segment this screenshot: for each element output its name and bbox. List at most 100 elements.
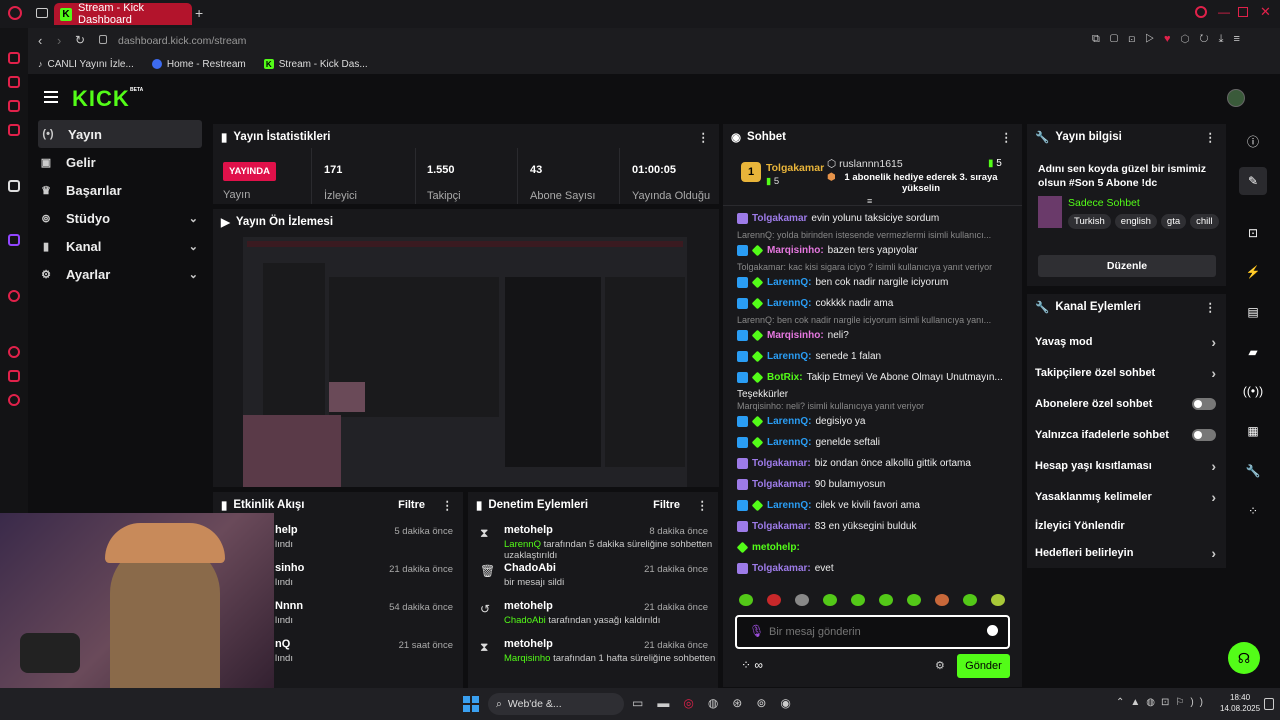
nav-item-ayarlar[interactable]: ⚙ Ayarlar ⌄ <box>28 260 208 288</box>
chat-input-wrapper[interactable]: 🎙 <box>735 615 1010 649</box>
pencil-icon[interactable]: ✎ <box>1239 167 1267 195</box>
close-window-icon[interactable]: ✕ <box>1260 4 1271 20</box>
wrench-icon[interactable]: 🔧 <box>1239 457 1267 485</box>
chat-username[interactable]: BotRix: <box>767 372 803 383</box>
stream-preview-video[interactable] <box>243 237 687 487</box>
notification-icon[interactable] <box>1264 698 1274 710</box>
chat-username[interactable]: Tolgakamar <box>752 213 807 224</box>
chat-input[interactable] <box>769 623 979 641</box>
emote-icon[interactable] <box>823 594 837 606</box>
channel-action-item[interactable]: Yavaş mod › <box>1027 326 1226 357</box>
collapse-icon[interactable]: ≡ <box>867 196 872 206</box>
more-icon[interactable]: ⋮ <box>697 498 709 512</box>
filter-button[interactable]: Filtre <box>398 499 425 511</box>
chat-username[interactable]: LarennQ: <box>767 298 811 309</box>
taskbar-apps[interactable]: ▭▬◎◍⊛⊚◉ <box>632 696 805 710</box>
new-tab-icon[interactable]: + <box>195 5 203 21</box>
document-icon[interactable]: ▤ <box>1239 298 1267 326</box>
info-icon[interactable]: ⓘ <box>1239 127 1267 155</box>
channel-action-item[interactable]: Yasaklanmış kelimeler › <box>1027 481 1226 512</box>
send-button[interactable]: Gönder <box>957 654 1010 678</box>
emote-icon[interactable] <box>991 594 1005 606</box>
emoji-icon[interactable] <box>987 625 998 636</box>
scan-icon[interactable]: ⊡ <box>1239 219 1267 247</box>
filter-button[interactable]: Filtre <box>653 499 680 511</box>
url-field[interactable]: dashboard.kick.com/stream <box>118 35 246 47</box>
windows-start-icon[interactable] <box>463 696 479 712</box>
chat-username[interactable]: LarennQ: <box>767 500 811 511</box>
browser-tab[interactable]: K Stream - Kick Dashboard <box>54 2 192 26</box>
sidebar-app-icon[interactable] <box>8 370 20 382</box>
channel-action-item[interactable]: Yalnızca ifadelerle sohbet <box>1027 419 1226 450</box>
chat-bubble-icon[interactable]: ▰ <box>1239 338 1267 366</box>
sidebar-app-icon[interactable] <box>8 124 20 136</box>
toggle-switch[interactable] <box>1192 397 1216 410</box>
microphone-icon[interactable]: 🎙 <box>749 624 764 638</box>
emote-icon[interactable] <box>795 594 809 606</box>
toggle-switch[interactable] <box>1192 428 1216 441</box>
category-name[interactable]: Sadece Sohbet <box>1068 197 1140 209</box>
kick-logo[interactable]: KICK <box>72 86 130 112</box>
toolbar-icons[interactable]: ⧉▢⊡▷♥⬡↻⤓≡ <box>1092 33 1250 46</box>
emote-icon[interactable] <box>851 594 865 606</box>
forward-icon[interactable]: › <box>57 33 61 48</box>
signal-icon[interactable]: ((•)) <box>1239 377 1267 405</box>
chat-username[interactable]: LarennQ: <box>767 351 811 362</box>
more-icon[interactable]: ⋮ <box>1205 300 1217 314</box>
emote-icon[interactable] <box>963 594 977 606</box>
system-tray-icons[interactable]: ⌃▲◍⊡⚐)) <box>1116 697 1209 708</box>
chat-username[interactable]: metohelp: <box>752 542 800 553</box>
chat-username[interactable]: LarennQ: <box>767 416 811 427</box>
nav-item-gelir[interactable]: ▣ Gelir <box>28 148 208 176</box>
nav-item-kanal[interactable]: ▮ Kanal ⌄ <box>28 232 208 260</box>
chat-tools-icon[interactable]: ⁘ ∞ <box>741 658 763 672</box>
hamburger-menu-icon[interactable] <box>44 91 58 103</box>
opera-logo-icon[interactable] <box>8 6 22 20</box>
sidebar-app-icon[interactable] <box>8 290 20 302</box>
taskbar-search[interactable]: ⌕ Web'de &... <box>488 693 624 715</box>
channel-action-item[interactable]: Hedefleri belirleyin › <box>1027 539 1226 566</box>
edit-button[interactable]: Düzenle <box>1038 255 1216 277</box>
clock[interactable]: 18:40 14.08.2025 <box>1220 692 1260 714</box>
more-icon[interactable]: ⋮ <box>442 498 454 512</box>
chat-settings-icon[interactable]: ⚙ <box>935 659 945 672</box>
channel-action-item[interactable]: Abonelere özel sohbet <box>1027 388 1226 419</box>
back-icon[interactable]: ‹ <box>38 33 42 48</box>
minimize-icon[interactable]: — <box>1218 5 1230 19</box>
sidebar-app-icon[interactable] <box>8 100 20 112</box>
bookmark-kick[interactable]: K Stream - Kick Das... <box>263 59 368 70</box>
more-icon[interactable]: ⋮ <box>1001 130 1013 144</box>
chat-messages[interactable]: Tolgakamar evin yolunu taksiciye sordum La… <box>723 208 1022 584</box>
emote-icon[interactable] <box>767 594 781 606</box>
maximize-icon[interactable] <box>1238 7 1248 17</box>
emote-icon[interactable] <box>739 594 753 606</box>
sidebar-app-icon[interactable] <box>8 52 20 64</box>
support-headset-icon[interactable]: ☊ <box>1228 642 1260 674</box>
sidebar-app-icon[interactable] <box>8 76 20 88</box>
emote-icon[interactable] <box>879 594 893 606</box>
bookmark-restream[interactable]: Home - Restream <box>151 59 246 70</box>
history-icon[interactable] <box>8 346 20 358</box>
chat-username[interactable]: Tolgakamar: <box>752 479 811 490</box>
twitch-icon[interactable] <box>8 234 20 246</box>
chat-username[interactable]: LarennQ: <box>767 437 811 448</box>
nav-item-basarilar[interactable]: ♛ Başarılar <box>28 176 208 204</box>
avatar[interactable] <box>1227 89 1245 107</box>
settings-icon[interactable] <box>8 394 20 406</box>
chat-username[interactable]: Marqisinho: <box>767 245 824 256</box>
chat-username[interactable]: Tolgakamar: <box>752 563 811 574</box>
more-icon[interactable]: ⋮ <box>1205 130 1217 144</box>
bookmark-canli[interactable]: ♪ CANLI Yayını İzle... <box>38 59 134 70</box>
nav-item-studyo[interactable]: ⊚ Stüdyo ⌄ <box>28 204 208 232</box>
search-tabs-icon[interactable] <box>1195 6 1207 18</box>
chat-username[interactable]: Tolgakamar: <box>752 521 811 532</box>
emote-icon[interactable] <box>935 594 949 606</box>
layout-icon[interactable]: ▦ <box>1239 417 1267 445</box>
more-icon[interactable]: ⋮ <box>698 130 710 144</box>
apps-icon[interactable]: ⁘ <box>1239 497 1267 525</box>
nav-item-yayin[interactable]: (•) Yayın <box>38 120 202 148</box>
tab-menu-icon[interactable] <box>36 8 48 18</box>
channel-action-item[interactable]: Hesap yaşı kısıtlaması › <box>1027 450 1226 481</box>
sidebar-app-icon[interactable] <box>8 180 20 192</box>
emote-icon[interactable] <box>907 594 921 606</box>
